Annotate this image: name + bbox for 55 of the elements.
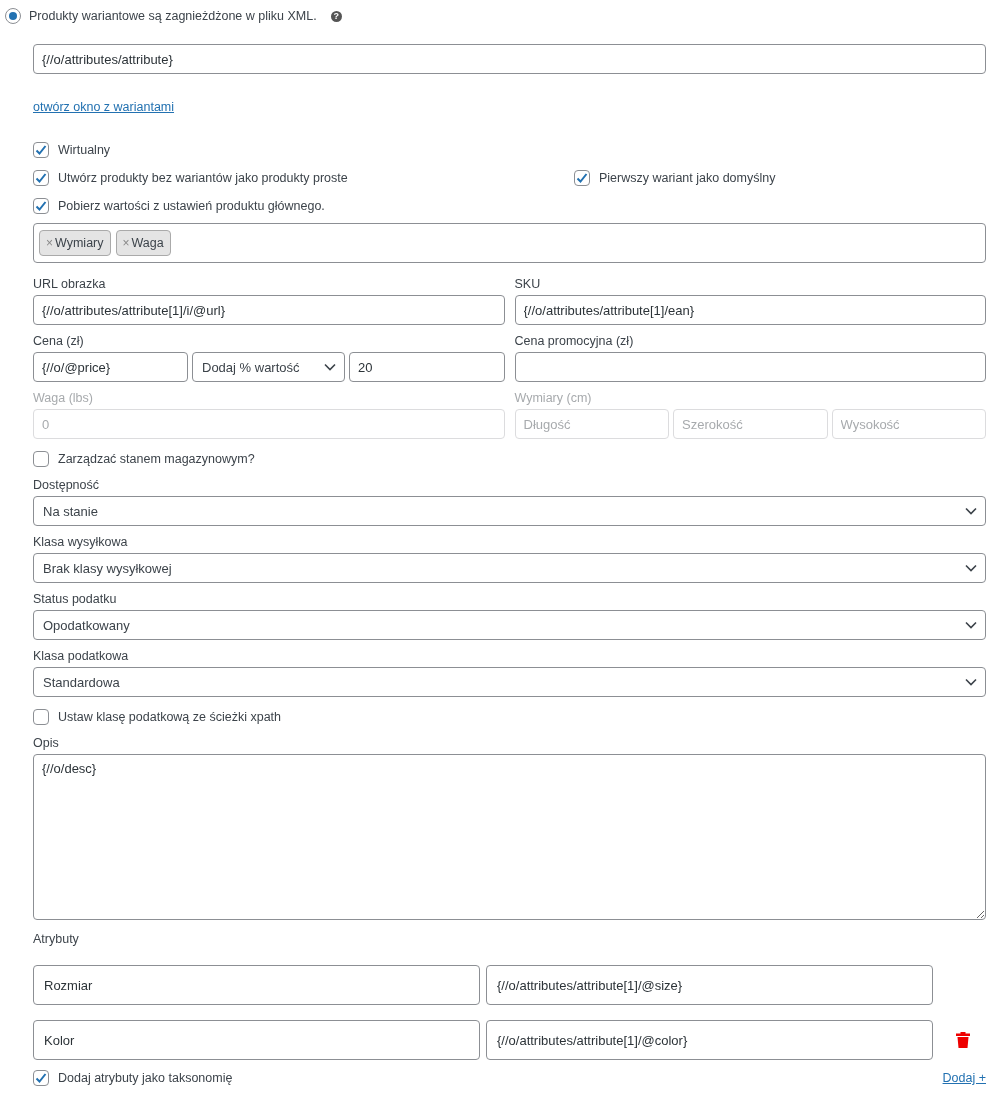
caret-icon bbox=[965, 621, 977, 629]
tag-label: Wymiary bbox=[55, 236, 104, 250]
select-field[interactable]: Brak klasy wysyłkowej bbox=[33, 553, 986, 583]
checkbox-label: Pierwszy wariant jako domyślny bbox=[599, 171, 776, 185]
field-label: Waga (lbs) bbox=[33, 390, 94, 407]
field-label: Klasa wysyłkowa bbox=[33, 534, 129, 551]
field-label: Klasa podatkowa bbox=[33, 648, 130, 665]
checkbox[interactable] bbox=[33, 1070, 49, 1086]
checkbox-label: Pobierz wartości z ustawień produktu głównego. bbox=[58, 199, 325, 213]
checkbox-label: Zarządzać stanem magazynowym? bbox=[58, 452, 255, 466]
radio-button[interactable] bbox=[5, 8, 21, 24]
field-label: Opis bbox=[33, 735, 60, 752]
field-label: Cena (zł) bbox=[33, 333, 85, 350]
caret-icon bbox=[965, 678, 977, 686]
checkbox[interactable] bbox=[574, 170, 590, 186]
trash-icon[interactable] bbox=[955, 1032, 970, 1048]
select-field[interactable]: Standardowa bbox=[33, 667, 986, 697]
field-label: Status podatku bbox=[33, 591, 118, 608]
input-field[interactable]: {//o/attributes/attribute[1]/@color} bbox=[486, 1020, 933, 1060]
variants-link[interactable]: otwórz okno z wariantami bbox=[33, 100, 175, 114]
checkbox[interactable] bbox=[33, 170, 49, 186]
radio-label: Produkty wariantowe są zagnieżdżone w pliku XML. bbox=[29, 9, 317, 23]
input-field[interactable]: {//o/attributes/attribute} bbox=[33, 44, 986, 74]
input-field[interactable]: {//o/attributes/attribute[1]/@size} bbox=[486, 965, 933, 1005]
checkbox[interactable] bbox=[33, 198, 49, 214]
checkbox-label: Ustaw klasę podatkową ze ścieżki xpath bbox=[58, 710, 282, 724]
input-field[interactable]: 20 bbox=[349, 352, 505, 382]
section-label: Atrybuty bbox=[33, 932, 80, 948]
caret-icon bbox=[965, 564, 977, 572]
select-field[interactable]: Na stanie bbox=[33, 496, 986, 526]
tag-label: Waga bbox=[131, 236, 164, 250]
select-field[interactable]: Dodaj % wartość bbox=[192, 352, 345, 382]
input-field[interactable]: {//o/@price} bbox=[33, 352, 188, 382]
input-field[interactable]: {//o/attributes/attribute[1]/ean} bbox=[514, 295, 986, 325]
checkbox-label: Dodaj atrybuty jako taksonomię bbox=[58, 1071, 233, 1085]
caret-icon bbox=[965, 507, 977, 515]
field-label: SKU bbox=[514, 276, 542, 293]
input-field[interactable]: Kolor bbox=[33, 1020, 480, 1060]
field-label: Dostępność bbox=[33, 477, 100, 494]
help-icon[interactable]: ? bbox=[330, 10, 342, 22]
caret-icon bbox=[324, 363, 336, 371]
field-label: URL obrazka bbox=[33, 276, 107, 293]
checkbox-label: Utwórz produkty bez wariantów jako produkty proste bbox=[58, 171, 348, 185]
input-field[interactable]: {//o/attributes/attribute[1]/i/@url} bbox=[33, 295, 505, 325]
field-label: Wymiary (cm) bbox=[514, 390, 593, 407]
text-area[interactable]: {//o/desc} bbox=[33, 754, 986, 920]
select-field[interactable]: Opodatkowany bbox=[33, 610, 986, 640]
checkbox[interactable] bbox=[33, 142, 49, 158]
checkbox-label: Wirtualny bbox=[58, 143, 111, 157]
add-link[interactable]: Dodaj + bbox=[942, 1071, 986, 1085]
checkbox[interactable] bbox=[33, 709, 49, 725]
input-field[interactable] bbox=[514, 352, 986, 382]
checkbox[interactable] bbox=[33, 451, 49, 467]
field-label: Cena promocyjna (zł) bbox=[514, 333, 635, 350]
input-field[interactable]: Rozmiar bbox=[33, 965, 480, 1005]
